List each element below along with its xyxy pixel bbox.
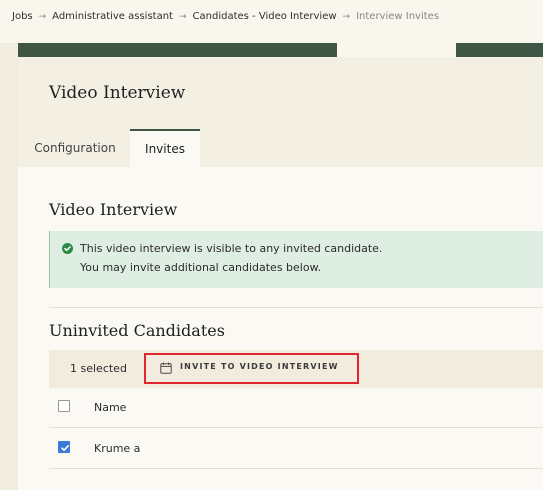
table-row: Krume a [49,428,543,469]
invite-button-label: INVITE TO VIDEO INTERVIEW [180,362,339,371]
success-alert: This video interview is visible to any i… [49,231,543,288]
tab-configuration[interactable]: Configuration [24,129,126,167]
breadcrumb-job-title[interactable]: Administrative assistant [52,11,173,22]
breadcrumb: Jobs → Administrative assistant → Candidates… [12,11,439,22]
section-title: Video Interview [49,200,178,219]
breadcrumb-separator: → [342,12,351,22]
row-checkbox[interactable] [58,441,70,453]
check-icon [61,445,69,451]
table-header: Name [49,388,543,428]
header-accent-bar [456,43,543,57]
column-header-name: Name [94,401,127,414]
calendar-icon [160,362,172,374]
breadcrumb-current: Interview Invites [356,11,440,22]
alert-message: You may invite additional candidates bel… [80,261,322,274]
bulk-action-toolbar: 1 selected INVITE TO VIDEO INTERVIEW [49,350,543,388]
uninvited-candidates-title: Uninvited Candidates [49,321,225,340]
left-rail [0,43,18,490]
page-title: Video Interview [49,83,186,103]
selected-count: 1 selected [70,362,127,375]
select-all-checkbox[interactable] [58,400,70,412]
breadcrumb-jobs[interactable]: Jobs [12,11,33,22]
tab-invites[interactable]: Invites [130,129,200,167]
breadcrumb-candidates[interactable]: Candidates - Video Interview [193,11,337,22]
breadcrumb-separator: → [178,12,187,22]
invite-to-video-interview-button[interactable]: INVITE TO VIDEO INTERVIEW [144,353,359,384]
candidate-name[interactable]: Krume a [94,442,140,455]
divider [49,307,543,308]
check-circle-icon [62,243,73,254]
header-accent-bar [18,43,337,57]
alert-message: This video interview is visible to any i… [80,242,383,255]
breadcrumb-separator: → [38,12,47,22]
